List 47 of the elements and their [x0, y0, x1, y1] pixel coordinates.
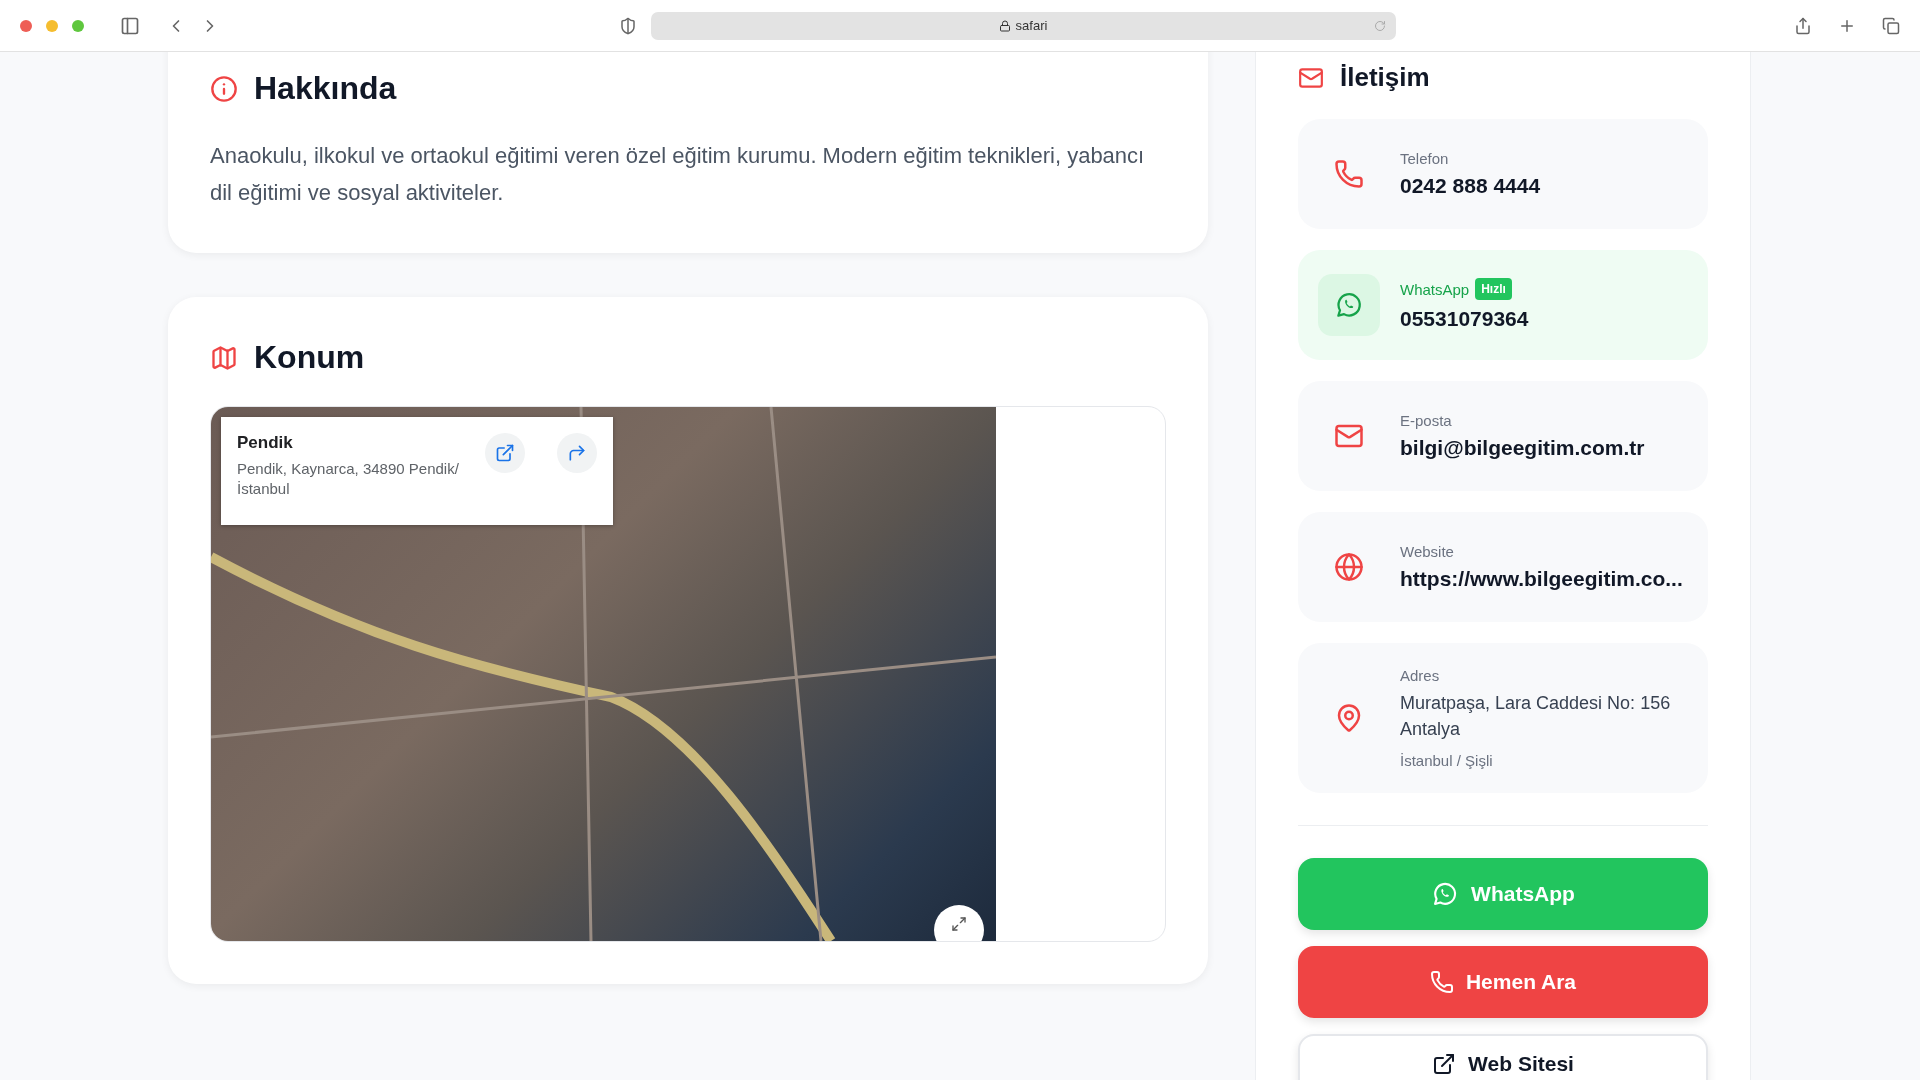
shield-icon[interactable] — [618, 16, 637, 35]
contact-card[interactable]: WhatsApp Hızlı 05531079364 — [1298, 250, 1708, 360]
fast-badge: Hızlı — [1475, 278, 1512, 300]
phone-icon — [1334, 159, 1364, 189]
expand-icon — [951, 916, 967, 932]
open-map-button[interactable] — [485, 433, 525, 473]
contact-card[interactable]: E-posta bilgi@bilgeegitim.com.tr — [1298, 381, 1708, 491]
map-placeholder[interactable]: Pendik Pendik, Kaynarca, 34890 Pendik/ İstanbul — [211, 407, 996, 941]
lock-icon — [998, 19, 1011, 32]
contact-label: Website — [1400, 542, 1454, 560]
maximize-window-dot[interactable] — [72, 19, 84, 32]
contact-subtext: İstanbul / Şişli — [1400, 752, 1494, 769]
phone-icon — [1429, 970, 1454, 994]
contact-title: İletişim — [1340, 62, 1430, 93]
place-name: Pendik — [237, 433, 294, 453]
minimize-window-dot[interactable] — [46, 19, 58, 32]
globe-icon — [1334, 552, 1364, 582]
contact-label: Telefon — [1400, 149, 1449, 167]
contact-label: Adres — [1400, 667, 1440, 684]
contact-value: bilgi@bilgeegitim.com.tr — [1400, 434, 1645, 461]
contact-label: WhatsApp — [1400, 280, 1470, 298]
directions-button[interactable] — [557, 433, 597, 473]
close-window-dot[interactable] — [20, 19, 32, 32]
contact-card[interactable]: Website https://www.bilgeegitim.co... — [1298, 512, 1708, 622]
contact-card[interactable]: Adres Muratpaşa, Lara Caddesi No: 156 Antalya İstanbul / Şişli — [1298, 643, 1708, 793]
contact-label: E-posta — [1400, 411, 1452, 429]
about-text: Anaokulu, ilkokul ve ortaokul eğitimi veren özel eğitim kurumu. Modern eğitim teknikleri, yabancı dil eğitimi ve sosyal aktiviteler. — [210, 142, 1146, 207]
whatsapp-icon — [1334, 290, 1364, 320]
info-icon — [210, 74, 238, 103]
contact-value: Muratpaşa, Lara Caddesi No: 156 Antalya — [1400, 692, 1672, 741]
contact-value: 0242 888 4444 — [1400, 172, 1541, 199]
tabs-icon[interactable] — [1882, 16, 1900, 35]
external-link-icon — [1432, 1052, 1457, 1076]
section-title: Hakkında — [254, 70, 397, 107]
place-address: Pendik, Kaynarca, 34890 Pendik/ İstanbul — [237, 459, 460, 499]
section-title: Konum — [254, 339, 365, 376]
share-icon[interactable] — [1794, 16, 1812, 35]
call-button[interactable]: Hemen Ara — [1298, 946, 1708, 1018]
fullscreen-button[interactable] — [934, 905, 984, 941]
contact-value: https://www.bilgeegitim.co... — [1400, 565, 1683, 592]
sidebar-icon[interactable] — [120, 15, 140, 36]
external-link-icon — [495, 443, 515, 463]
contact-card[interactable]: Telefon 0242 888 4444 — [1298, 119, 1708, 229]
website-button[interactable]: Web Sitesi — [1298, 1034, 1708, 1080]
address-bar[interactable]: safari — [650, 11, 1396, 40]
contact-value: 05531079364 — [1400, 306, 1529, 332]
directions-icon — [567, 443, 587, 463]
